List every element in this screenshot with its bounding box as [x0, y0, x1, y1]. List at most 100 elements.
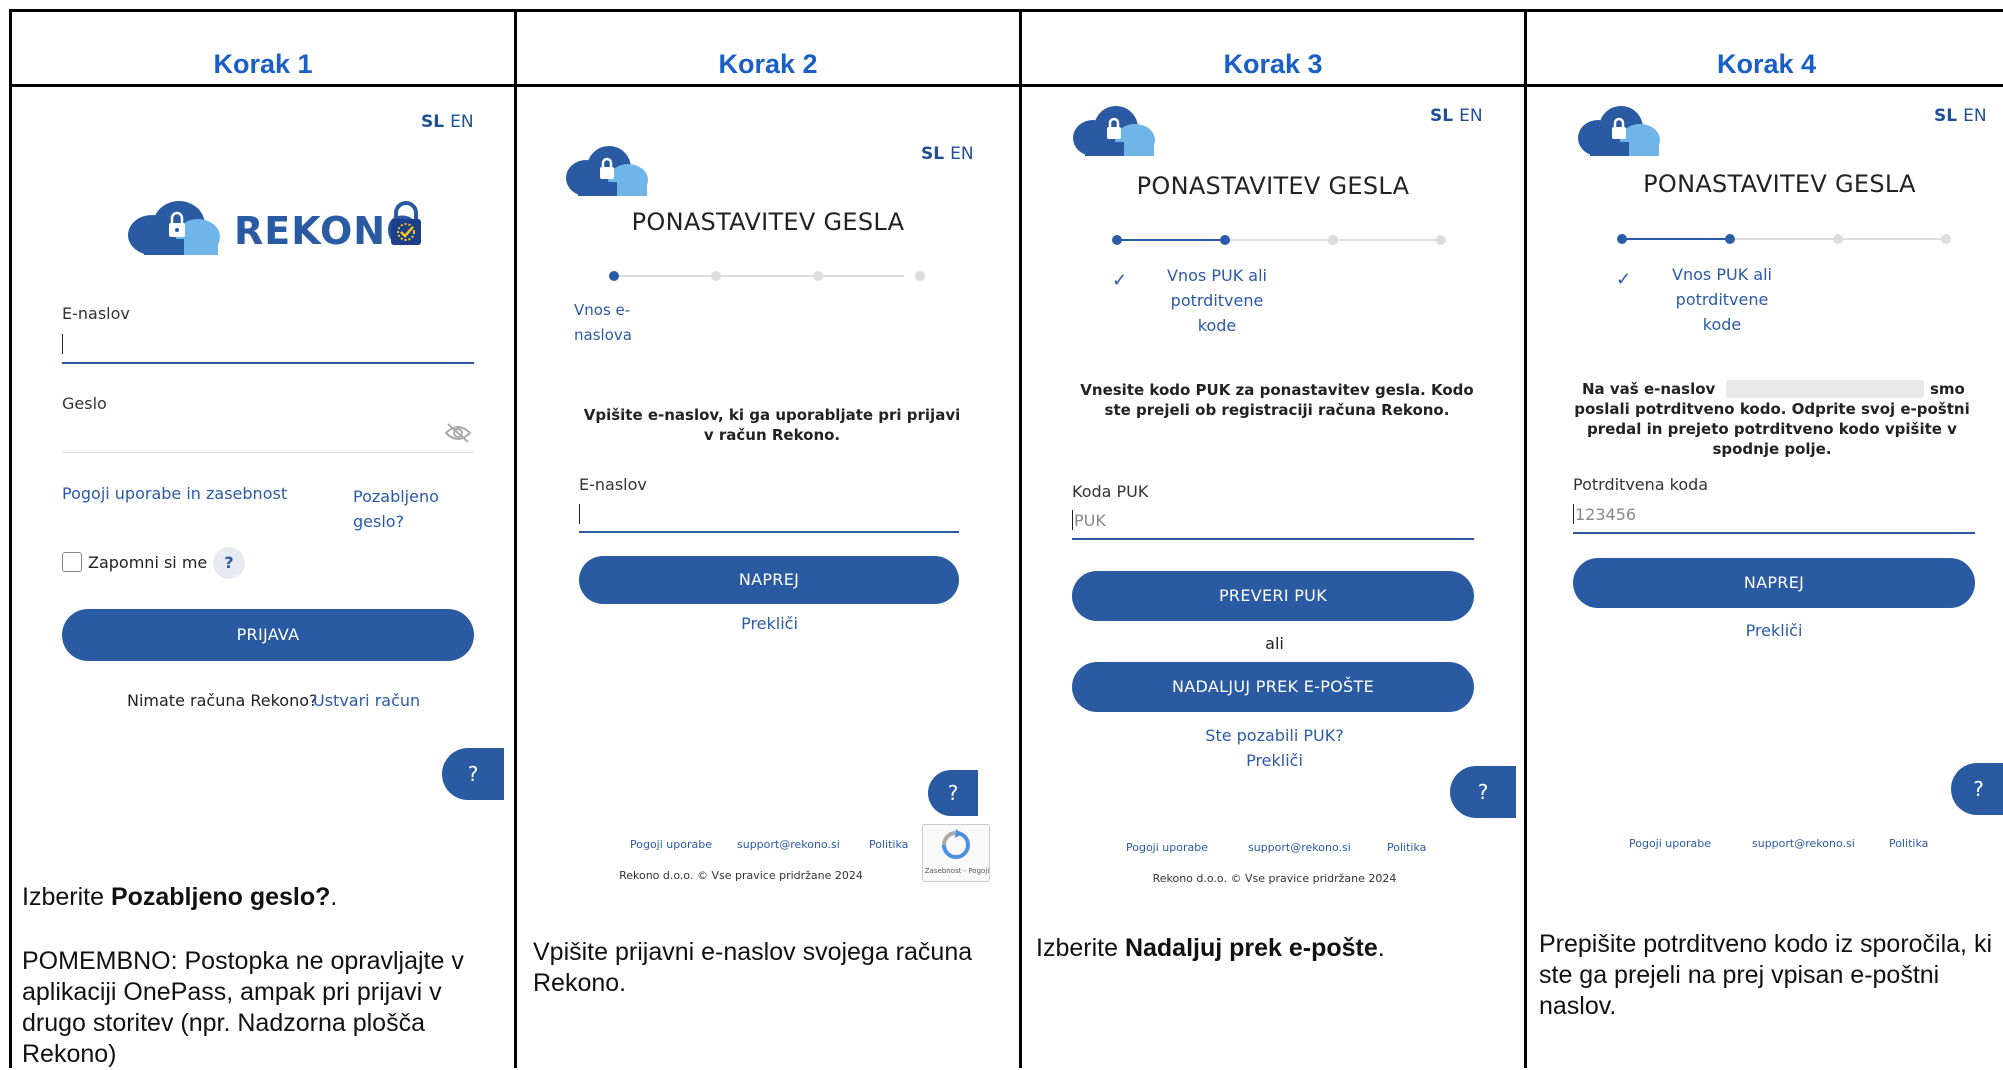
lang-en-link[interactable]: EN	[1459, 106, 1482, 126]
steps-grid: Korak 1 SL EN REKONO E-naslov Geslo Pogo…	[9, 9, 2003, 1068]
page-title: PONASTAVITEV GESLA	[631, 208, 905, 236]
help-button[interactable]: ?	[1951, 763, 2003, 815]
remember-me-checkbox[interactable]	[62, 552, 82, 572]
forgot-puk-link[interactable]: Ste pozabili PUK?	[1022, 726, 1527, 745]
text-caret	[1573, 504, 1574, 524]
cancel-link[interactable]: Prekliči	[517, 614, 1022, 633]
instruction-text-end: poslali potrditveno kodo. Odprite svoj e…	[1574, 400, 1970, 458]
stepper-dot-3	[813, 271, 823, 281]
step-note-1: POMEMBNO: Postopka ne opravljajte v apli…	[22, 947, 464, 1068]
footer-terms-link[interactable]: Pogoji uporabe	[630, 838, 712, 851]
language-switcher: SL EN	[421, 112, 474, 132]
email-input[interactable]	[62, 362, 474, 364]
instruction-text: Vnesite kodo PUK za ponastavitev gesla. …	[1080, 381, 1474, 419]
recaptcha-icon	[942, 829, 970, 859]
terms-privacy-link[interactable]: Pogoji uporabe in zasebnost	[62, 484, 287, 503]
recaptcha-label: Zasebnost - Pogoji	[924, 867, 990, 875]
step-label-line: naslova	[574, 326, 632, 344]
forgot-password-link[interactable]: Pozabljeno geslo?	[353, 484, 439, 534]
no-account-text: Nimate računa Rekono?	[127, 691, 318, 710]
footer-policy-link[interactable]: Politika	[869, 838, 908, 851]
copyright-text: Rekono d.o.o. © Vse pravice pridržane 20…	[1152, 872, 1397, 885]
login-button[interactable]: PRIJAVA	[62, 609, 474, 661]
password-label: Geslo	[62, 394, 107, 413]
step-title: Korak 2	[718, 49, 818, 79]
desc-prefix: Izberite	[1036, 934, 1125, 962]
code-placeholder: 123456	[1575, 505, 1637, 524]
next-button[interactable]: NAPREJ	[579, 556, 959, 604]
help-button[interactable]: ?	[442, 748, 504, 800]
footer-support-link[interactable]: support@rekono.si	[1752, 837, 1855, 850]
footer-support-link[interactable]: support@rekono.si	[737, 838, 840, 851]
language-switcher: SL EN	[1430, 106, 1483, 126]
step-description-4: Prepišite potrditveno kodo iz sporočila,…	[1539, 930, 1993, 1020]
code-label: Potrditvena koda	[1573, 475, 1709, 494]
footer-terms-link[interactable]: Pogoji uporabe	[1126, 841, 1208, 854]
progress-stepper	[1617, 233, 1951, 245]
lang-sl-link[interactable]: SL	[921, 144, 944, 164]
continue-via-email-button[interactable]: NADALJUJ PREK E-POŠTE	[1072, 662, 1474, 712]
remember-help-icon[interactable]: ?	[213, 547, 245, 579]
footer-terms-link[interactable]: Pogoji uporabe	[1629, 837, 1711, 850]
next-button[interactable]: NAPREJ	[1573, 558, 1975, 608]
step-label-line: Vnos PUK ali	[1167, 266, 1267, 285]
footer-support-link[interactable]: support@rekono.si	[1248, 841, 1351, 854]
cancel-link[interactable]: Prekliči	[1527, 621, 2003, 640]
cloud-lock-icon	[1578, 106, 1660, 156]
cancel-link[interactable]: Prekliči	[1022, 751, 1527, 770]
code-input[interactable]	[1573, 532, 1975, 534]
step-column-3: Korak 3 SL EN PONASTAVITEV GESLA ✓ Vnos P…	[1022, 12, 1527, 1068]
email-label: E-naslov	[579, 475, 647, 494]
progress-stepper	[1112, 234, 1446, 246]
redacted-email	[1726, 380, 1924, 398]
check-icon: ✓	[1616, 269, 1632, 289]
stepper-dot-2	[711, 271, 721, 281]
stepper-dot-4	[915, 271, 925, 281]
email-label: E-naslov	[62, 304, 130, 323]
stepper-track	[614, 275, 904, 277]
create-account-link[interactable]: Ustvari račun	[313, 691, 420, 710]
step-title: Korak 4	[1716, 49, 1817, 79]
puk-input[interactable]	[1072, 538, 1474, 540]
lang-sl-link[interactable]: SL	[421, 112, 444, 132]
lang-sl-link[interactable]: SL	[1430, 106, 1453, 126]
copyright-text: Rekono d.o.o. © Vse pravice pridržane 20…	[619, 869, 863, 882]
instruction-text-mid: smo	[1930, 380, 1965, 398]
help-button[interactable]: ?	[928, 770, 978, 816]
forgot-link-line-2: geslo?	[353, 512, 405, 531]
step-column-4: Korak 4 SL EN PONASTAVITEV GESLA ✓ Vnos P…	[1527, 12, 2003, 1068]
text-caret	[579, 504, 580, 524]
forgot-link-line-1: Pozabljeno	[353, 487, 439, 506]
step-label-line: kode	[1702, 315, 1742, 334]
stepper-progress	[1117, 239, 1225, 241]
stepper-dot-1	[609, 271, 619, 281]
footer-policy-link[interactable]: Politika	[1387, 841, 1426, 854]
cloud-lock-icon	[566, 146, 648, 196]
rekono-logo: REKONO	[124, 197, 421, 259]
email-input[interactable]	[579, 531, 959, 533]
stepper-dot-1	[1617, 234, 1627, 244]
eye-off-icon[interactable]	[444, 422, 472, 444]
step-header-1: Korak 1	[12, 12, 514, 87]
stepper-dot-3	[1833, 234, 1843, 244]
stepper-dot-3	[1328, 235, 1338, 245]
help-button[interactable]: ?	[1450, 766, 1516, 818]
step-label: Vnos PUK ali potrditvene kode	[1152, 263, 1282, 338]
recaptcha-badge[interactable]: Zasebnost - Pogoji	[922, 824, 990, 882]
step-column-2: Korak 2 SL EN PONASTAVITEV GESLA Vnos e- …	[517, 12, 1022, 1068]
stepper-dot-4	[1941, 234, 1951, 244]
step-label-line: kode	[1197, 316, 1237, 335]
lang-en-link[interactable]: EN	[950, 144, 973, 164]
lang-en-link[interactable]: EN	[1963, 106, 1986, 126]
step-header-2: Korak 2	[517, 12, 1019, 87]
desc-bold: Nadaljuj prek e-pošte	[1124, 934, 1378, 962]
lang-en-link[interactable]: EN	[450, 112, 473, 132]
language-switcher: SL EN	[921, 144, 974, 164]
check-puk-button[interactable]: PREVERI PUK	[1072, 571, 1474, 621]
password-input[interactable]	[62, 452, 474, 453]
step-label-line: potrditvene	[1170, 291, 1264, 310]
footer-policy-link[interactable]: Politika	[1889, 837, 1928, 850]
page-title: PONASTAVITEV GESLA	[1136, 172, 1410, 200]
lang-sl-link[interactable]: SL	[1934, 106, 1957, 126]
step-header-3: Korak 3	[1022, 12, 1524, 87]
